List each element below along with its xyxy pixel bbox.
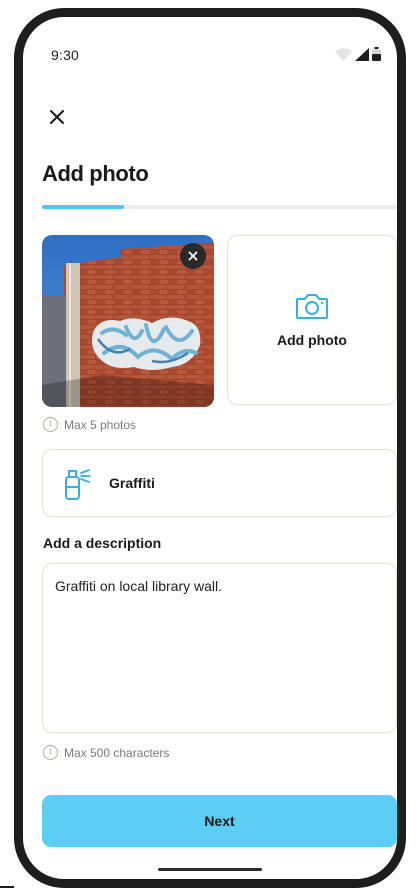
- cellular-signal-icon: [355, 47, 369, 61]
- info-icon: i: [43, 417, 58, 432]
- close-button[interactable]: [43, 103, 71, 131]
- description-hint: i Max 500 characters: [43, 745, 169, 760]
- category-selector[interactable]: Graffiti: [42, 449, 397, 517]
- status-bar: 9:30: [23, 17, 397, 87]
- frame-edge-mark: [0, 886, 14, 888]
- next-button[interactable]: Next: [42, 795, 397, 847]
- wifi-icon: [335, 47, 352, 61]
- photo-thumbnail[interactable]: [42, 235, 214, 407]
- close-icon: [188, 251, 198, 261]
- home-indicator: [158, 868, 262, 871]
- spray-can-icon: [61, 463, 93, 503]
- category-label: Graffiti: [109, 475, 155, 491]
- phone-frame: 9:30 Add photo Add photo i Max 5 photos …: [14, 8, 406, 888]
- progress-bar: [42, 205, 397, 209]
- camera-icon: [296, 294, 328, 319]
- add-photo-label: Add photo: [277, 332, 347, 348]
- progress-fill: [42, 205, 124, 209]
- close-icon: [50, 110, 64, 124]
- info-icon: i: [43, 745, 58, 760]
- page-title: Add photo: [42, 161, 149, 186]
- description-hint-text: Max 500 characters: [64, 745, 170, 760]
- photos-hint: i Max 5 photos: [43, 417, 136, 432]
- photos-hint-text: Max 5 photos: [64, 417, 137, 432]
- status-icons: [335, 47, 381, 61]
- add-photo-button[interactable]: Add photo: [227, 235, 397, 405]
- battery-icon: [372, 47, 381, 61]
- status-time: 9:30: [51, 47, 80, 63]
- description-input[interactable]: Graffiti on local library wall.: [42, 563, 397, 733]
- remove-photo-button[interactable]: [180, 243, 206, 269]
- description-label: Add a description: [43, 535, 162, 551]
